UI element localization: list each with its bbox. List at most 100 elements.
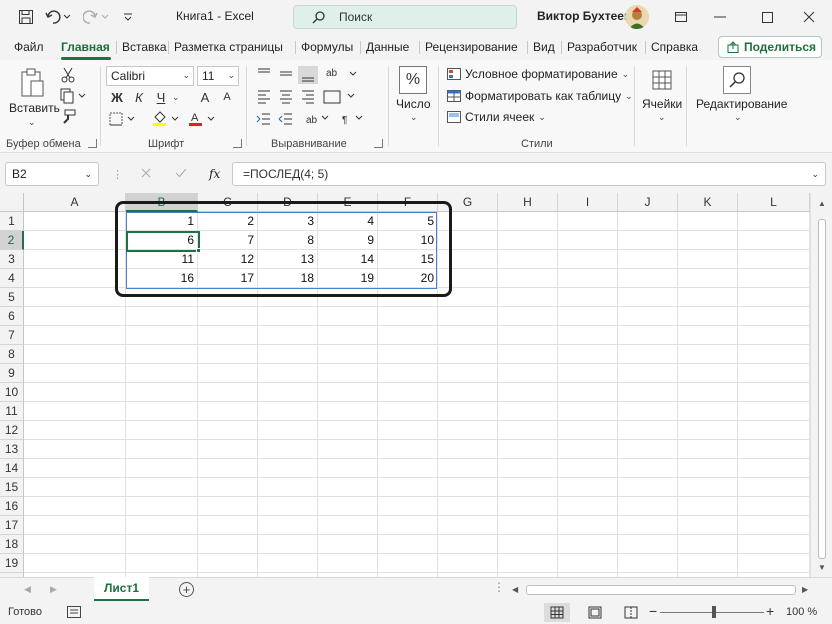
grow-font-button[interactable]: A (196, 88, 214, 106)
font-launcher-icon[interactable] (233, 139, 242, 148)
tab-home[interactable]: Главная (61, 40, 110, 54)
row-header-19[interactable]: 19 (0, 554, 24, 573)
scroll-up-icon[interactable]: ▲ (818, 199, 826, 208)
column-header-l[interactable]: L (738, 193, 810, 212)
row-header-17[interactable]: 17 (0, 516, 24, 535)
column-header-h[interactable]: H (498, 193, 558, 212)
page-layout-view-button[interactable] (582, 603, 608, 622)
row-header-10[interactable]: 10 (0, 383, 24, 402)
zoom-out-icon[interactable]: − (649, 603, 657, 619)
tab-formulas[interactable]: Формулы (301, 40, 353, 54)
name-box[interactable]: B2 ⌄ (5, 162, 99, 186)
tab-help[interactable]: Справка (651, 40, 698, 54)
tab-data[interactable]: Данные (366, 40, 409, 54)
zoom-in-icon[interactable]: + (766, 603, 774, 619)
tab-page-layout[interactable]: Разметка страницы (174, 40, 283, 54)
row-header-18[interactable]: 18 (0, 535, 24, 554)
row-header-7[interactable]: 7 (0, 326, 24, 345)
zoom-level[interactable]: 100 % (786, 606, 817, 618)
copy-icon[interactable] (58, 87, 88, 105)
cell-styles-button[interactable]: Стили ячеек ⌄ (447, 110, 546, 124)
indent-orientation-icons[interactable]: ab ¶ (254, 110, 374, 128)
worksheet-grid[interactable]: ABCDEFGHIJKL 1 2 3 4 5 6 7 8 9 10 11 12 13 14 15 16 17 18… (0, 193, 832, 577)
clipboard-launcher-icon[interactable] (88, 139, 97, 148)
paste-label[interactable]: Вставить (9, 101, 60, 115)
accessibility-icon[interactable] (67, 606, 81, 621)
scroll-right-icon[interactable]: ▶ (802, 585, 808, 594)
zoom-slider-thumb[interactable] (712, 606, 716, 618)
row-header-6[interactable]: 6 (0, 307, 24, 326)
italic-button[interactable]: К (130, 88, 148, 106)
formula-input[interactable]: =ПОСЛЕД(4; 5) ⌄ (232, 162, 826, 186)
prev-sheet-icon[interactable]: ◀ (24, 584, 31, 595)
number-label[interactable]: Число (396, 97, 431, 111)
avatar[interactable] (625, 5, 649, 29)
row-header-14[interactable]: 14 (0, 459, 24, 478)
row-header-5[interactable]: 5 (0, 288, 24, 307)
undo-icon[interactable] (44, 8, 72, 26)
horizontal-align-icons[interactable] (254, 88, 364, 106)
cells-icon[interactable] (648, 66, 676, 94)
row-header-11[interactable]: 11 (0, 402, 24, 421)
tab-file[interactable]: Файл (14, 40, 44, 54)
tab-developer[interactable]: Разработчик (567, 40, 637, 54)
minimize-icon[interactable] (697, 5, 743, 29)
fill-color-icon[interactable] (150, 110, 184, 128)
tab-insert[interactable]: Вставка (122, 40, 167, 54)
row-header-15[interactable]: 15 (0, 478, 24, 497)
enter-icon[interactable] (175, 167, 187, 181)
row-header-3[interactable]: 3 (0, 250, 24, 269)
save-icon[interactable] (16, 8, 36, 26)
share-button[interactable]: Поделиться (718, 36, 822, 58)
row-header-13[interactable]: 13 (0, 440, 24, 459)
row-header-16[interactable]: 16 (0, 497, 24, 516)
next-sheet-icon[interactable]: ▶ (50, 584, 57, 595)
column-header-k[interactable]: K (678, 193, 738, 212)
maximize-icon[interactable] (744, 5, 790, 29)
bold-button[interactable]: Ж (108, 88, 126, 106)
scroll-down-icon[interactable]: ▼ (818, 563, 826, 572)
format-painter-icon[interactable] (58, 108, 78, 126)
row-header-9[interactable]: 9 (0, 364, 24, 383)
normal-view-button[interactable] (544, 603, 570, 622)
cut-icon[interactable] (58, 66, 78, 84)
alignment-launcher-icon[interactable] (374, 139, 383, 148)
close-icon[interactable] (786, 5, 832, 29)
vertical-scroll-thumb[interactable] (818, 219, 826, 559)
cancel-icon[interactable] (141, 167, 151, 181)
redo-icon[interactable] (82, 8, 110, 26)
page-break-view-button[interactable] (618, 603, 644, 622)
font-size-select[interactable]: 11 ⌄ (197, 66, 239, 86)
select-all-button[interactable] (0, 193, 24, 212)
cells-label[interactable]: Ячейки (642, 97, 682, 111)
column-header-j[interactable]: J (618, 193, 678, 212)
row-header-12[interactable]: 12 (0, 421, 24, 440)
font-color-icon[interactable]: A (186, 110, 220, 128)
underline-button[interactable]: Ч (152, 88, 170, 106)
format-as-table-button[interactable]: Форматировать как таблицу ⌄ (447, 89, 633, 103)
row-header-2[interactable]: 2 (0, 231, 24, 250)
tab-view[interactable]: Вид (533, 40, 555, 54)
column-header-a[interactable]: A (24, 193, 126, 212)
horizontal-scrollbar[interactable] (526, 585, 796, 595)
conditional-formatting-button[interactable]: Условное форматирование ⌄ (447, 67, 629, 81)
tab-review[interactable]: Рецензирование (425, 40, 518, 54)
customize-qat-icon[interactable] (118, 8, 138, 26)
row-header-1[interactable]: 1 (0, 212, 24, 231)
number-format-icon[interactable]: % (399, 66, 427, 94)
shrink-font-button[interactable]: A (218, 88, 236, 106)
font-name-select[interactable]: Calibri ⌄ (106, 66, 194, 86)
borders-icon[interactable] (108, 110, 138, 128)
row-header-4[interactable]: 4 (0, 269, 24, 288)
column-header-i[interactable]: I (558, 193, 618, 212)
insert-function-button[interactable]: fx (209, 167, 220, 181)
user-name[interactable]: Виктор Бухтеев (537, 9, 631, 23)
sheet-tab-list1[interactable]: Лист1 (94, 577, 149, 601)
tabs-more-icon[interactable]: ⋮ (493, 580, 505, 594)
add-sheet-icon[interactable]: + (179, 582, 194, 597)
scroll-left-icon[interactable]: ◀ (512, 585, 518, 594)
find-icon[interactable] (723, 66, 751, 94)
vertical-scrollbar[interactable]: ▲ ▼ (810, 193, 832, 577)
search-box[interactable]: Поиск (293, 5, 517, 29)
vertical-align-icons[interactable]: ab (254, 66, 374, 84)
